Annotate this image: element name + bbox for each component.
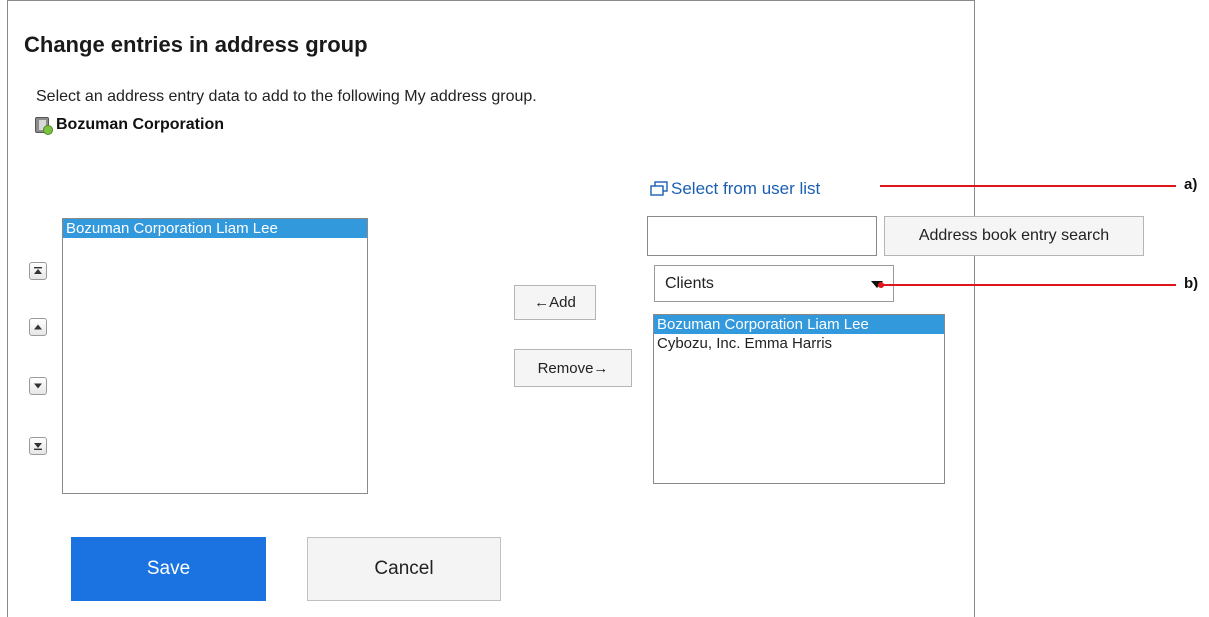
move-to-top-button[interactable] bbox=[29, 262, 47, 280]
move-up-button[interactable] bbox=[29, 318, 47, 336]
move-to-top-icon bbox=[34, 267, 42, 274]
save-button[interactable]: Save bbox=[71, 537, 266, 601]
group-name: Bozuman Corporation bbox=[56, 116, 224, 133]
address-entries-list[interactable]: Bozuman Corporation Liam Lee Cybozu, Inc… bbox=[653, 314, 945, 484]
category-dropdown[interactable]: Clients bbox=[654, 265, 894, 302]
list-item[interactable]: Bozuman Corporation Liam Lee bbox=[654, 315, 944, 334]
frame-left-border bbox=[7, 0, 8, 617]
group-members-list[interactable]: Bozuman Corporation Liam Lee bbox=[62, 218, 368, 494]
move-to-bottom-icon bbox=[34, 443, 42, 450]
callout-line-a bbox=[880, 185, 1176, 187]
add-button[interactable]: ←Add bbox=[514, 285, 596, 320]
select-from-user-list-label: Select from user list bbox=[671, 179, 821, 198]
frame-top-border bbox=[7, 0, 975, 1]
remove-button[interactable]: Remove→ bbox=[514, 349, 632, 387]
list-item[interactable]: Cybozu, Inc. Emma Harris bbox=[654, 334, 944, 353]
select-from-user-list-link[interactable]: Select from user list bbox=[650, 177, 820, 201]
popup-window-icon bbox=[650, 181, 668, 196]
address-group-icon bbox=[34, 115, 54, 135]
cancel-button[interactable]: Cancel bbox=[307, 537, 501, 601]
move-to-bottom-button[interactable] bbox=[29, 437, 47, 455]
callout-label-b: b) bbox=[1184, 275, 1199, 292]
page-description: Select an address entry data to add to t… bbox=[36, 88, 537, 105]
move-down-button[interactable] bbox=[29, 377, 47, 395]
list-item[interactable]: Bozuman Corporation Liam Lee bbox=[63, 219, 367, 238]
address-book-search-button[interactable]: Address book entry search bbox=[884, 216, 1144, 256]
page-title: Change entries in address group bbox=[24, 32, 368, 57]
group-header: Bozuman Corporation bbox=[34, 114, 224, 136]
callout-label-a: a) bbox=[1184, 176, 1198, 193]
category-selected-value: Clients bbox=[665, 274, 714, 292]
move-up-icon bbox=[34, 324, 42, 330]
address-search-input[interactable] bbox=[647, 216, 877, 256]
frame-right-border bbox=[974, 0, 975, 617]
callout-line-b bbox=[882, 284, 1176, 286]
move-down-icon bbox=[34, 383, 42, 389]
